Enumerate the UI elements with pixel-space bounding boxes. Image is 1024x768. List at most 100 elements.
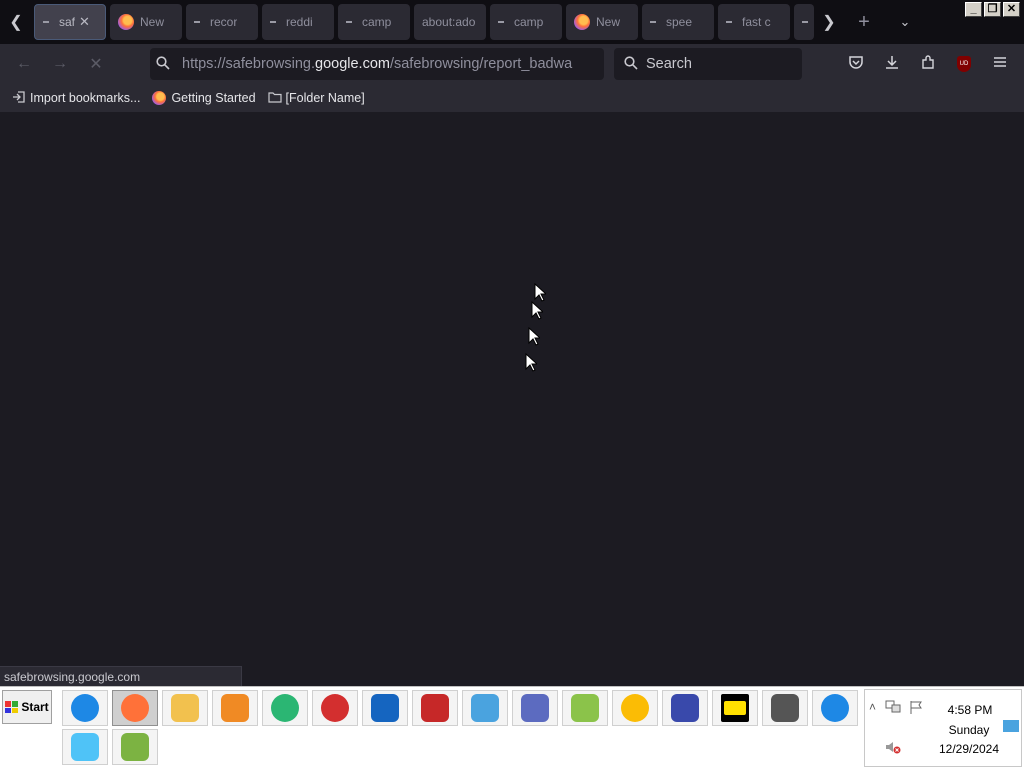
- best-buy-icon: [721, 694, 749, 722]
- taskbar-app-chrome[interactable]: [612, 690, 658, 726]
- tab-label: New: [140, 15, 165, 29]
- chevron-left-icon: ❮: [9, 14, 23, 31]
- taskbar-app-paint[interactable]: [562, 690, 608, 726]
- import-icon: [12, 90, 26, 107]
- tab-label: spee: [666, 15, 693, 29]
- new-tab-button[interactable]: +: [852, 8, 876, 36]
- page-content[interactable]: [0, 112, 1024, 686]
- extensions-button[interactable]: [918, 54, 938, 74]
- pocket-icon: [848, 54, 864, 74]
- url-text[interactable]: https://safebrowsing.google.com/safebrow…: [182, 56, 572, 72]
- taskbar-app-media-player[interactable]: [212, 690, 258, 726]
- tab-label: camp: [514, 15, 544, 29]
- windows-logo-icon: [5, 701, 19, 713]
- media-player-icon: [221, 694, 249, 722]
- screen: ❮ saf ✕ New recor reddi camp about:ado camp New s…: [0, 0, 1024, 768]
- system-tray: ˄ 4:58 PM Sunday 12/29/2024: [864, 689, 1022, 767]
- network-icon[interactable]: [885, 700, 901, 717]
- taskbar-app-firefox[interactable]: [112, 690, 158, 726]
- navigation-toolbar: ← → ✕ https://safebrowsing.google.com/sa…: [0, 44, 1024, 84]
- tab-label: saf: [59, 15, 76, 29]
- tab-loading-icon: [43, 21, 49, 23]
- ublock-button[interactable]: UD: [954, 54, 974, 74]
- tab-loading-icon: [650, 21, 656, 23]
- bookmark-import[interactable]: Import bookmarks...: [12, 90, 140, 107]
- taskbar-app-internet-explorer[interactable]: [62, 690, 108, 726]
- taskbar-app-control-panel[interactable]: [462, 690, 508, 726]
- pocket-button[interactable]: [846, 54, 866, 74]
- show-desktop-icon[interactable]: [1003, 720, 1019, 735]
- stop-button[interactable]: ✕: [84, 52, 108, 76]
- internet-explorer-icon: [71, 694, 99, 722]
- taskbar-app-edge-legacy[interactable]: [262, 690, 308, 726]
- taskbar-app-screen-recorder[interactable]: [412, 690, 458, 726]
- taskbar-app-file-explorer[interactable]: [162, 690, 208, 726]
- restore-button[interactable]: ❐: [984, 2, 1001, 17]
- taskbar-app-blackberry[interactable]: [762, 690, 808, 726]
- chevron-right-icon: ❯: [822, 14, 836, 31]
- recycle-bin-icon: [71, 733, 99, 761]
- taskbar-app-edge[interactable]: [812, 690, 858, 726]
- tab[interactable]: recor: [186, 4, 258, 40]
- puzzle-icon: [920, 54, 936, 74]
- minimize-button[interactable]: _: [965, 2, 982, 17]
- forward-arrow-icon: →: [52, 55, 68, 72]
- tab[interactable]: New: [110, 4, 182, 40]
- forward-button[interactable]: →: [48, 52, 72, 76]
- bookmark-folder[interactable]: [Folder Name]: [267, 91, 365, 106]
- chrome-icon: [621, 694, 649, 722]
- action-center-flag-icon[interactable]: [909, 700, 925, 717]
- bookmark-label: Import bookmarks...: [30, 91, 141, 105]
- list-all-tabs-button[interactable]: ⌄: [893, 8, 917, 36]
- url-prefix: https://safebrowsing.: [182, 56, 315, 72]
- tab-label: about:ado: [422, 15, 476, 29]
- taskbar-app-recycle-bin[interactable]: [62, 729, 108, 765]
- screen-recorder-icon: [421, 694, 449, 722]
- firefox-icon: [121, 694, 149, 722]
- tab[interactable]: about:ado: [414, 4, 486, 40]
- bird-app-icon: [521, 694, 549, 722]
- ublock-icon: UD: [957, 56, 971, 72]
- tab-scroll-left-button[interactable]: ❮: [4, 8, 28, 36]
- tab[interactable]: camp: [338, 4, 410, 40]
- taskbar: Start ˄ 4:58 PM Sunday 12/29/2024: [0, 686, 1024, 768]
- tab[interactable]: [794, 4, 814, 40]
- back-button[interactable]: ←: [12, 52, 36, 76]
- tab-close-icon[interactable]: ✕: [79, 14, 90, 30]
- taskbar-app-infinity-app[interactable]: [662, 690, 708, 726]
- infinity-app-icon: [671, 694, 699, 722]
- url-bar[interactable]: https://safebrowsing.google.com/safebrow…: [150, 48, 604, 80]
- tab-loading-icon: [194, 21, 200, 23]
- clock-time[interactable]: 4:58 PM: [925, 703, 1015, 717]
- taskbar-app-antivirus[interactable]: [312, 690, 358, 726]
- tab[interactable]: saf ✕: [34, 4, 106, 40]
- 3d-box-icon: [121, 733, 149, 761]
- show-hidden-icons-button[interactable]: ˄: [869, 700, 876, 714]
- taskbar-app-best-buy[interactable]: [712, 690, 758, 726]
- downloads-button[interactable]: [882, 54, 902, 74]
- taskbar-app-bird-app[interactable]: [512, 690, 558, 726]
- start-button[interactable]: Start: [2, 690, 52, 724]
- volume-muted-icon[interactable]: [885, 740, 901, 757]
- url-path: /safebrowsing/report_badwa: [389, 56, 573, 72]
- taskbar-app-vpn-shield[interactable]: [362, 690, 408, 726]
- edge-icon: [821, 694, 849, 722]
- tab[interactable]: reddi: [262, 4, 334, 40]
- tab[interactable]: camp: [490, 4, 562, 40]
- taskbar-app-3d-box[interactable]: [112, 729, 158, 765]
- antivirus-icon: [321, 694, 349, 722]
- search-placeholder: Search: [646, 56, 692, 72]
- bookmark-getting-started[interactable]: Getting Started: [152, 91, 256, 105]
- url-domain: google.com: [315, 56, 390, 72]
- search-bar[interactable]: Search: [614, 48, 802, 80]
- tab[interactable]: spee: [642, 4, 714, 40]
- tab-scroll-right-button[interactable]: ❯: [818, 8, 840, 36]
- close-window-button[interactable]: ✕: [1003, 2, 1020, 17]
- control-panel-icon: [471, 694, 499, 722]
- close-icon: ✕: [1006, 3, 1017, 15]
- bookmarks-toolbar: Import bookmarks... Getting Started [Fol…: [0, 84, 1024, 112]
- tab[interactable]: New: [566, 4, 638, 40]
- tab[interactable]: fast c: [718, 4, 790, 40]
- tab-strip: ❮ saf ✕ New recor reddi camp about:ado camp New s…: [0, 0, 1024, 44]
- app-menu-button[interactable]: [990, 54, 1010, 74]
